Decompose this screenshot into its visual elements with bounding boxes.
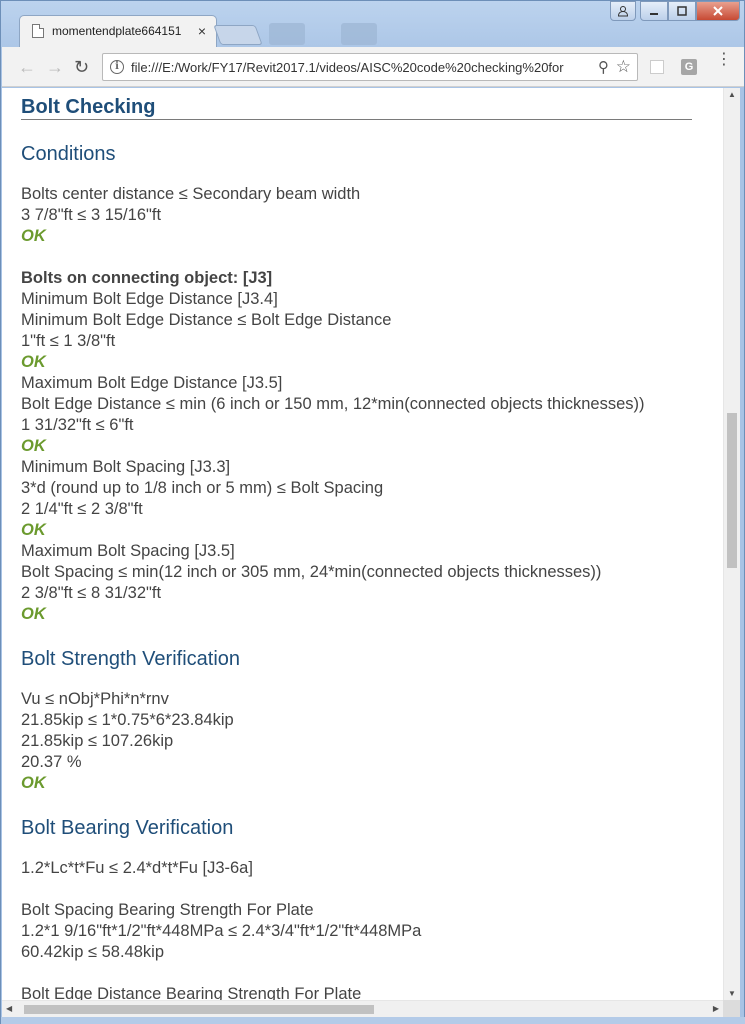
window-controls: [610, 1, 740, 21]
tab-strip: momentendplate664151 ×: [1, 1, 745, 47]
browser-window: momentendplate664151 × ← → ↻ i file:///E…: [0, 0, 745, 1024]
browser-toolbar: ← → ↻ i file:///E:/Work/FY17/Revit2017.1…: [2, 47, 744, 87]
text-line: Bolt Spacing Bearing Strength For Plate: [21, 901, 314, 919]
ok-status: OK: [21, 353, 46, 371]
text-line: Maximum Bolt Edge Distance [J3.5]: [21, 374, 283, 392]
text-line: 2 1/4"ft ≤ 2 3/8"ft: [21, 500, 143, 518]
text-line: 1.2*Lc*t*Fu ≤ 2.4*d*t*Fu [J3-6a]: [21, 859, 253, 877]
ok-status: OK: [21, 227, 46, 245]
scroll-left-icon[interactable]: ◀: [6, 1004, 12, 1013]
text-line: 20.37 %: [21, 753, 82, 771]
vertical-scrollbar[interactable]: ▲ ▼: [723, 88, 740, 1000]
background-tab-preview: [269, 23, 305, 45]
page-title: Bolt Checking: [21, 95, 692, 120]
text-line: Vu ≤ nObj*Phi*n*rnv: [21, 690, 169, 708]
ok-status: OK: [21, 437, 46, 455]
text-line: 3*d (round up to 1/8 inch or 5 mm) ≤ Bol…: [21, 479, 384, 497]
new-tab-button[interactable]: [213, 25, 263, 45]
section-title-conditions: Conditions: [21, 143, 116, 165]
address-bar[interactable]: i file:///E:/Work/FY17/Revit2017.1/video…: [102, 53, 638, 81]
back-icon[interactable]: ←: [18, 57, 36, 78]
text-line: Bolt Edge Distance ≤ min (6 inch or 150 …: [21, 395, 645, 413]
minimize-icon[interactable]: [640, 1, 668, 21]
scroll-right-icon[interactable]: ▶: [713, 1004, 719, 1013]
text-line: 1 31/32"ft ≤ 6"ft: [21, 416, 134, 434]
menu-icon[interactable]: ⋮: [716, 52, 732, 68]
scroll-down-icon[interactable]: ▼: [728, 989, 736, 998]
text-line: 60.42kip ≤ 58.48kip: [21, 943, 164, 961]
text-line: 1.2*1 9/16"ft*1/2"ft*448MPa ≤ 2.4*3/4"ft…: [21, 922, 422, 940]
section-title-bearing: Bolt Bearing Verification: [21, 817, 234, 839]
text-line: 21.85kip ≤ 1*0.75*6*23.84kip: [21, 711, 234, 729]
text-line: Minimum Bolt Edge Distance ≤ Bolt Edge D…: [21, 311, 392, 329]
scroll-up-icon[interactable]: ▲: [728, 90, 736, 99]
text-line: Bolts center distance ≤ Secondary beam w…: [21, 185, 361, 203]
page-viewport: Bolt Checking Conditions Bolts center di…: [2, 88, 723, 1000]
tab-close-icon[interactable]: ×: [198, 23, 206, 39]
zoom-icon[interactable]: ⚲: [598, 58, 609, 76]
ok-status: OK: [21, 521, 46, 539]
section-title-strength: Bolt Strength Verification: [21, 648, 241, 670]
horizontal-scrollbar[interactable]: ◀ ▶: [2, 1000, 723, 1017]
text-line: Bolt Spacing ≤ min(12 inch or 305 mm, 24…: [21, 563, 602, 581]
text-line: Maximum Bolt Spacing [J3.5]: [21, 542, 235, 560]
ok-status: OK: [21, 605, 46, 623]
vertical-scroll-thumb[interactable]: [727, 413, 737, 568]
page-icon: [32, 24, 44, 38]
scrollbar-corner: [723, 1000, 740, 1017]
text-line: Bolt Edge Distance Bearing Strength For …: [21, 985, 362, 1000]
url-text[interactable]: file:///E:/Work/FY17/Revit2017.1/videos/…: [131, 60, 587, 75]
maximize-icon[interactable]: [668, 1, 696, 21]
background-tab-preview: [341, 23, 377, 45]
text-line: 3 7/8"ft ≤ 3 15/16"ft: [21, 206, 162, 224]
forward-icon[interactable]: →: [46, 57, 64, 78]
text-line: Minimum Bolt Edge Distance [J3.4]: [21, 290, 278, 308]
info-icon[interactable]: i: [110, 60, 124, 74]
text-line: 1"ft ≤ 1 3/8"ft: [21, 332, 116, 350]
extension-icon[interactable]: [650, 60, 664, 74]
star-icon[interactable]: ☆: [616, 57, 631, 77]
horizontal-scroll-thumb[interactable]: [24, 1005, 374, 1014]
page-content: Bolt Checking Conditions Bolts center di…: [21, 95, 711, 1000]
reload-icon[interactable]: ↻: [74, 57, 89, 78]
ok-status: OK: [21, 774, 46, 792]
tab-title: momentendplate664151: [52, 24, 182, 38]
text-line: 2 3/8"ft ≤ 8 31/32"ft: [21, 584, 162, 602]
user-icon[interactable]: [610, 1, 636, 21]
tab-active[interactable]: momentendplate664151 ×: [19, 15, 217, 47]
window-bottom-border: [1, 1017, 745, 1024]
close-icon[interactable]: [696, 1, 740, 21]
extension-g-icon[interactable]: G: [681, 59, 697, 75]
subsection-title: Bolts on connecting object: [J3]: [21, 269, 273, 287]
text-line: 21.85kip ≤ 107.26kip: [21, 732, 174, 750]
text-line: Minimum Bolt Spacing [J3.3]: [21, 458, 231, 476]
